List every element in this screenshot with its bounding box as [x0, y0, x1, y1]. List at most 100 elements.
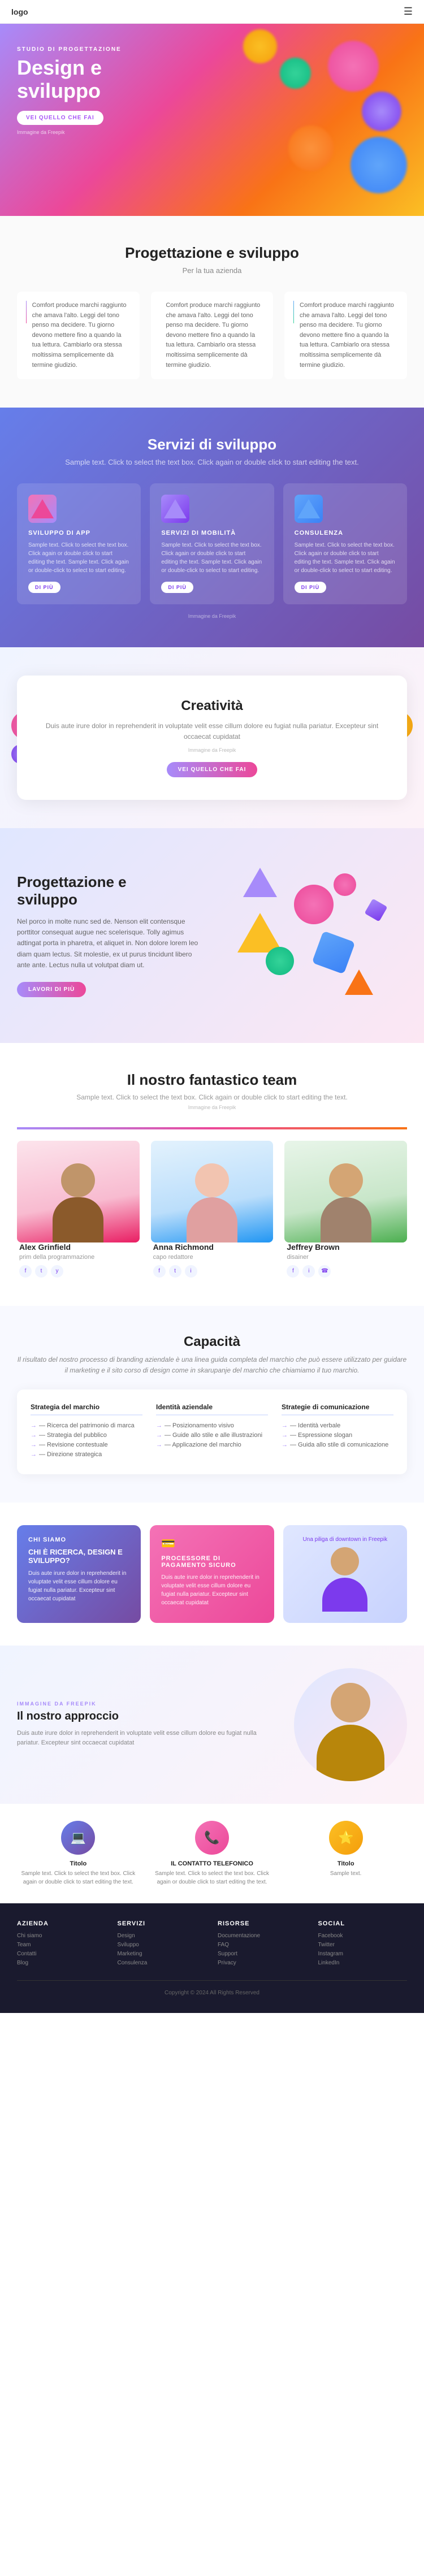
- footer-link-4-1[interactable]: Facebook: [318, 1933, 408, 1939]
- servizi-card-text-1: Sample text. Click to select the text bo…: [28, 541, 129, 575]
- shape-sphere-extra: [334, 873, 356, 896]
- member1-youtube[interactable]: y: [51, 1265, 63, 1278]
- feature-3: ⭐ Titolo Sample text.: [284, 1821, 407, 1878]
- member3-instagram[interactable]: i: [302, 1265, 315, 1278]
- cap-bullet: →: [31, 1422, 37, 1429]
- shape-sphere-green: [266, 947, 294, 975]
- team-figure-1: [53, 1163, 103, 1242]
- shape-cube-blue: [312, 930, 356, 974]
- footer-link-3-2[interactable]: FAQ: [218, 1942, 307, 1948]
- footer-link-1-4[interactable]: Blog: [17, 1960, 106, 1966]
- team-gradient-bar: [17, 1127, 407, 1129]
- member1-name: Alex Grinfield: [19, 1242, 71, 1252]
- creativita-body: Duis aute irure dolor in reprehenderit i…: [40, 721, 384, 742]
- footer-link-1-2[interactable]: Team: [17, 1942, 106, 1948]
- member2-role: capo redattore: [153, 1254, 193, 1261]
- servizi-btn-2[interactable]: DI PIÙ: [161, 582, 193, 593]
- servizi-icon-1: [28, 495, 57, 523]
- servizi-btn-3[interactable]: DI PIÙ: [295, 582, 327, 593]
- about-image: [294, 1668, 407, 1781]
- member2-twitter[interactable]: t: [169, 1265, 181, 1278]
- info-grid: CHI SIAMO CHI È RICERCA, DESIGN E SVILUP…: [17, 1525, 407, 1623]
- capacita-col-title-1: Strategia del marchio: [31, 1403, 142, 1415]
- cap-item-1-2: →— Strategia del pubblico: [31, 1432, 142, 1439]
- footer-link-2-1[interactable]: Design: [118, 1933, 207, 1939]
- servizi-card-2: SERVIZI DI MOBILITÀ Sample text. Click t…: [150, 483, 274, 604]
- info-person-body: [322, 1578, 367, 1612]
- prog-card-2: Comfort produce marchi raggiunto che ama…: [151, 292, 274, 379]
- member1-twitter[interactable]: t: [35, 1265, 47, 1278]
- creativita-credit: Immagine da Freepik: [40, 747, 384, 753]
- member3-body: [321, 1197, 371, 1242]
- shape-triangle-purple: [243, 868, 277, 897]
- feature3-icon-circle: ⭐: [329, 1821, 363, 1855]
- prog-text-1: Comfort produce marchi raggiunto che ama…: [32, 301, 131, 370]
- footer-grid: Azienda Chi siamo Team Contatti Blog Ser…: [17, 1920, 407, 1969]
- progettazione-subtitle: Per la tua azienda: [17, 266, 407, 275]
- feature1-icon-circle: 💻: [61, 1821, 95, 1855]
- hero-cta-button[interactable]: VEI QUELLO CHE FAI: [17, 111, 103, 125]
- feature1-text: Sample text. Click to select the text bo…: [17, 1869, 140, 1886]
- servizi-btn-1[interactable]: DI PIÙ: [28, 582, 60, 593]
- footer-link-3-1[interactable]: Documentazione: [218, 1933, 307, 1939]
- blob-5: [351, 137, 407, 193]
- team-title: Il nostro fantastico team: [17, 1071, 407, 1089]
- footer-link-4-4[interactable]: LinkedIn: [318, 1960, 408, 1966]
- footer-link-4-3[interactable]: Instagram: [318, 1951, 408, 1957]
- progsv2-button[interactable]: LAVORI DI PIÙ: [17, 982, 86, 997]
- footer-link-3-3[interactable]: Support: [218, 1951, 307, 1957]
- servizi-icon-3: [295, 495, 323, 523]
- footer-link-2-3[interactable]: Marketing: [118, 1951, 207, 1957]
- hero-content: Studio di Progettazione Design esviluppo…: [17, 46, 407, 135]
- servizi-card-3: CONSULENZA Sample text. Click to select …: [283, 483, 407, 604]
- footer-col4-title: Social: [318, 1920, 408, 1927]
- about-section: IMMAGINE DA FREEPIK Il nostro approccio …: [0, 1646, 424, 1804]
- footer-link-3-4[interactable]: Privacy: [218, 1960, 307, 1966]
- footer-link-1-1[interactable]: Chi siamo: [17, 1933, 106, 1939]
- footer-link-1-3[interactable]: Contatti: [17, 1951, 106, 1957]
- footer-link-2-4[interactable]: Consulenza: [118, 1960, 207, 1966]
- info-box-program-tag: Una piliga di downtown in Freepik: [303, 1536, 388, 1543]
- member2-facebook[interactable]: f: [153, 1265, 166, 1278]
- feature-2: 📞 IL CONTATTO TELEFONICO Sample text. Cl…: [151, 1821, 274, 1886]
- info-person-figure: [322, 1547, 367, 1612]
- triangle-pink-icon: [31, 499, 54, 518]
- team-subtitle: Sample text. Click to select the text bo…: [17, 1093, 407, 1101]
- creativita-text: Creatività Duis aute irure dolor in repr…: [40, 698, 384, 777]
- member3-phone[interactable]: ☎: [318, 1265, 331, 1278]
- prog-accent-3: [293, 301, 294, 323]
- member1-facebook[interactable]: f: [19, 1265, 32, 1278]
- cap-item-3-1: →— Identità verbale: [282, 1422, 393, 1429]
- member2-instagram[interactable]: i: [185, 1265, 197, 1278]
- progettazione-section: Progettazione e sviluppo Per la tua azie…: [0, 216, 424, 408]
- hero-tag: Studio di Progettazione: [17, 46, 407, 53]
- prog-text-3: Comfort produce marchi raggiunto che ama…: [300, 301, 398, 370]
- team-card-info-1: Alex Grinfield prim della programmazione…: [17, 1242, 140, 1278]
- prog-accent-1: [26, 301, 27, 323]
- info-box-program: Una piliga di downtown in Freepik: [283, 1525, 407, 1623]
- footer-link-2-2[interactable]: Sviluppo: [118, 1942, 207, 1948]
- capacita-section: Capacità Il risultato del nostro process…: [0, 1306, 424, 1503]
- creativita-button[interactable]: VEI QUELLO CHE FAI: [167, 762, 258, 777]
- team-grid: Alex Grinfield prim della programmazione…: [17, 1141, 407, 1278]
- shape-cube-extra: [365, 898, 388, 921]
- footer-link-4-2[interactable]: Twitter: [318, 1942, 408, 1948]
- about-inner: IMMAGINE DA FREEPIK Il nostro approccio …: [17, 1668, 407, 1781]
- footer: Azienda Chi siamo Team Contatti Blog Ser…: [0, 1903, 424, 2013]
- cap-bullet: →: [31, 1451, 37, 1458]
- servizi-credit: Immagine da Freepik: [17, 613, 407, 619]
- feature-1: 💻 Titolo Sample text. Click to select th…: [17, 1821, 140, 1886]
- footer-bottom: Copyright © 2024 All Rights Reserved: [17, 1980, 407, 1996]
- cap-item-2-2: →— Guide allo stile e alle illustrazioni: [156, 1432, 268, 1439]
- team-photo-2: [151, 1141, 274, 1242]
- menu-icon[interactable]: ☰: [404, 6, 413, 18]
- info-box-pagamento: 💳 PROCESSORE DI PAGAMENTO SICURO Duis au…: [150, 1525, 274, 1623]
- team-member-1: Alex Grinfield prim della programmazione…: [17, 1141, 140, 1278]
- footer-col-2: Servizi Design Sviluppo Marketing Consul…: [118, 1920, 207, 1969]
- star-icon: ⭐: [338, 1830, 353, 1845]
- about-text: IMMAGINE DA FREEPIK Il nostro approccio …: [17, 1701, 280, 1748]
- servizi-card-text-2: Sample text. Click to select the text bo…: [161, 541, 262, 575]
- capacita-col-title-2: Identità aziendale: [156, 1403, 268, 1415]
- footer-col-3: Risorse Documentazione FAQ Support Priva…: [218, 1920, 307, 1969]
- member3-facebook[interactable]: f: [287, 1265, 299, 1278]
